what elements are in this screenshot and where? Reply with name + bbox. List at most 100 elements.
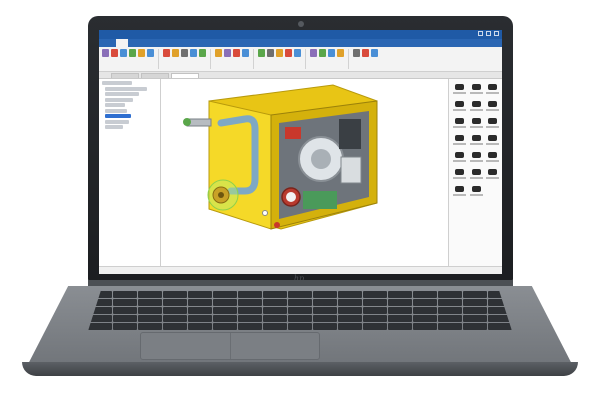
catalog-item[interactable] xyxy=(452,151,466,166)
keyboard-key[interactable] xyxy=(263,315,287,322)
ribbon-tool-icon[interactable] xyxy=(294,49,301,57)
ribbon-tool-icon[interactable] xyxy=(353,49,360,57)
keyboard-key[interactable] xyxy=(463,323,487,330)
catalog-item[interactable] xyxy=(485,83,500,98)
keyboard-key[interactable] xyxy=(188,315,212,322)
ribbon-tool-icon[interactable] xyxy=(310,49,317,57)
keyboard-key[interactable] xyxy=(213,315,237,322)
keyboard-key[interactable] xyxy=(288,307,312,314)
catalog-item[interactable] xyxy=(452,168,466,183)
keyboard-key[interactable] xyxy=(238,299,262,306)
catalog-item[interactable] xyxy=(469,100,483,115)
keyboard-key[interactable] xyxy=(288,291,312,298)
tree-item[interactable] xyxy=(105,86,147,91)
catalog-item[interactable] xyxy=(485,134,500,149)
catalog-item[interactable] xyxy=(469,117,483,132)
keyboard-key[interactable] xyxy=(388,307,412,314)
keyboard-key[interactable] xyxy=(413,315,437,322)
keyboard-key[interactable] xyxy=(188,299,212,306)
keyboard-key[interactable] xyxy=(188,291,212,298)
tree-item[interactable] xyxy=(105,119,129,124)
tree-item[interactable] xyxy=(105,103,125,107)
ribbon-tool-icon[interactable] xyxy=(337,49,344,57)
keyboard-key[interactable] xyxy=(113,323,137,330)
catalog-item[interactable] xyxy=(485,151,500,166)
ribbon-tool-icon[interactable] xyxy=(199,49,206,57)
ribbon-tool-icon[interactable] xyxy=(224,49,231,57)
ribbon-tool-icon[interactable] xyxy=(215,49,222,57)
ribbon-tool-icon[interactable] xyxy=(285,49,292,57)
ribbon-tool-icon[interactable] xyxy=(111,49,118,57)
ribbon-tool-icon[interactable] xyxy=(371,49,378,57)
ribbon-tool-icon[interactable] xyxy=(120,49,127,57)
tree-item[interactable] xyxy=(105,108,127,113)
catalog-item[interactable] xyxy=(469,83,483,98)
keyboard-key[interactable] xyxy=(313,299,337,306)
keyboard-key[interactable] xyxy=(363,323,387,330)
tree-item-selected[interactable] xyxy=(105,114,131,118)
minimize-icon[interactable] xyxy=(478,31,483,36)
keyboard-key[interactable] xyxy=(138,323,162,330)
catalog-item[interactable] xyxy=(452,185,466,200)
catalog-item[interactable] xyxy=(452,117,466,132)
keyboard-key[interactable] xyxy=(338,299,362,306)
keyboard-key[interactable] xyxy=(138,315,162,322)
keyboard-key[interactable] xyxy=(413,323,437,330)
ribbon-tool-icon[interactable] xyxy=(147,49,154,57)
keyboard-key[interactable] xyxy=(338,315,362,322)
keyboard-key[interactable] xyxy=(463,299,487,306)
keyboard-key[interactable] xyxy=(213,323,237,330)
ribbon-tool-icon[interactable] xyxy=(362,49,369,57)
catalog-item[interactable] xyxy=(485,168,500,183)
keyboard-key[interactable] xyxy=(263,299,287,306)
catalog-item[interactable] xyxy=(469,168,483,183)
keyboard-key[interactable] xyxy=(238,307,262,314)
keyboard-key[interactable] xyxy=(263,323,287,330)
ribbon-tool-icon[interactable] xyxy=(258,49,265,57)
keyboard-key[interactable] xyxy=(288,299,312,306)
keyboard-key[interactable] xyxy=(338,307,362,314)
keyboard-key[interactable] xyxy=(113,291,137,298)
ribbon-tool-icon[interactable] xyxy=(328,49,335,57)
keyboard-key[interactable] xyxy=(113,299,137,306)
keyboard-key[interactable] xyxy=(488,323,512,330)
keyboard-key[interactable] xyxy=(438,315,462,322)
keyboard-key[interactable] xyxy=(188,307,212,314)
maximize-icon[interactable] xyxy=(486,31,491,36)
keyboard-key[interactable] xyxy=(238,291,262,298)
keyboard-key[interactable] xyxy=(388,291,412,298)
catalog-item[interactable] xyxy=(452,100,466,115)
ribbon-tool-icon[interactable] xyxy=(267,49,274,57)
keyboard-key[interactable] xyxy=(88,323,112,330)
keyboard-key[interactable] xyxy=(388,315,412,322)
keyboard-key[interactable] xyxy=(138,299,162,306)
keyboard-key[interactable] xyxy=(163,307,187,314)
ribbon-tool-icon[interactable] xyxy=(172,49,179,57)
ribbon-tool-icon[interactable] xyxy=(163,49,170,57)
ribbon-tool-icon[interactable] xyxy=(138,49,145,57)
ribbon-tool-icon[interactable] xyxy=(319,49,326,57)
tree-item[interactable] xyxy=(105,97,133,102)
keyboard-key[interactable] xyxy=(113,315,137,322)
keyboard-key[interactable] xyxy=(363,299,387,306)
catalog-item[interactable] xyxy=(469,151,483,166)
keyboard-key[interactable] xyxy=(163,291,187,298)
ribbon-tab-active[interactable] xyxy=(116,39,128,47)
keyboard-key[interactable] xyxy=(263,307,287,314)
keyboard-key[interactable] xyxy=(313,315,337,322)
keyboard-key[interactable] xyxy=(313,307,337,314)
ribbon-tool-icon[interactable] xyxy=(102,49,109,57)
ribbon-tool-icon[interactable] xyxy=(190,49,197,57)
keyboard-key[interactable] xyxy=(163,299,187,306)
catalog-item[interactable] xyxy=(469,134,483,149)
keyboard-key[interactable] xyxy=(238,315,262,322)
keyboard-key[interactable] xyxy=(388,299,412,306)
keyboard-key[interactable] xyxy=(213,299,237,306)
3d-viewport[interactable] xyxy=(161,79,448,266)
keyboard-key[interactable] xyxy=(113,307,137,314)
touchpad[interactable] xyxy=(140,332,320,360)
keyboard-key[interactable] xyxy=(238,323,262,330)
tree-item[interactable] xyxy=(102,81,132,85)
document-tab[interactable] xyxy=(141,73,169,78)
keyboard-key[interactable] xyxy=(213,307,237,314)
